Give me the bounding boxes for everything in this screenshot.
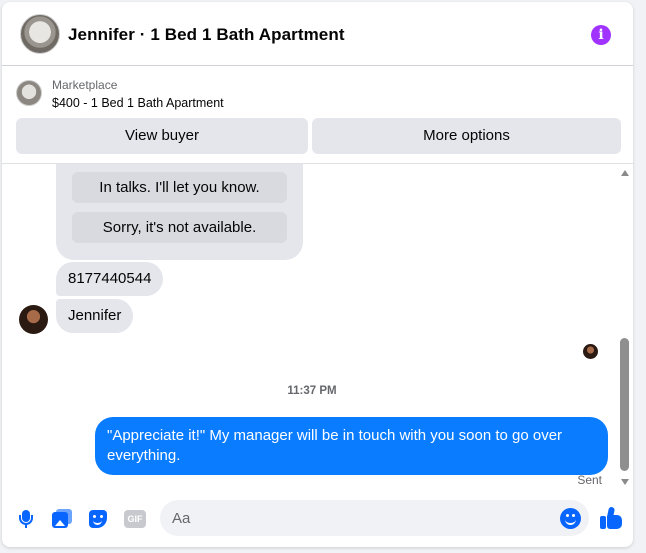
incoming-message-phone: 8177440544 xyxy=(56,262,164,296)
more-options-button[interactable]: More options xyxy=(312,118,621,154)
view-buyer-button[interactable]: View buyer xyxy=(16,118,308,154)
message-timestamp: 11:37 PM xyxy=(287,385,337,397)
message-thread: In talks. I'll let you know. Sorry, it's… xyxy=(2,164,633,490)
scroll-down-arrow-icon[interactable] xyxy=(621,479,629,485)
scrollbar-thumb[interactable] xyxy=(620,338,629,471)
gif-icon[interactable]: GIF xyxy=(124,510,146,528)
thread-scrollbar[interactable] xyxy=(617,168,633,490)
listing-summary[interactable]: $400 - 1 Bed 1 Bath Apartment xyxy=(52,96,224,110)
chat-title[interactable]: Jennifer · 1 Bed 1 Bath Apartment xyxy=(68,25,345,45)
outgoing-message: "Appreciate it!" My manager will be in t… xyxy=(95,417,608,475)
quick-replies-card: In talks. I'll let you know. Sorry, it's… xyxy=(56,164,303,260)
quick-reply-in-talks[interactable]: In talks. I'll let you know. xyxy=(72,172,287,203)
marketplace-listing: Marketplace $400 - 1 Bed 1 Bath Apartmen… xyxy=(2,66,633,164)
chat-window: Jennifer · 1 Bed 1 Bath Apartment i Mark… xyxy=(2,2,633,547)
thumbs-up-icon[interactable] xyxy=(599,506,623,530)
listing-thumbnail[interactable] xyxy=(16,80,42,106)
quick-reply-not-available[interactable]: Sorry, it's not available. xyxy=(72,212,287,243)
sender-avatar[interactable] xyxy=(19,305,48,334)
sticker-icon[interactable] xyxy=(88,509,108,529)
emoji-icon[interactable] xyxy=(560,508,581,529)
message-status: Sent xyxy=(577,473,602,487)
incoming-message-name: Jennifer xyxy=(56,299,134,333)
message-composer: GIF xyxy=(2,492,633,547)
listing-avatar[interactable] xyxy=(20,14,60,54)
seen-receipt-avatar xyxy=(583,344,598,359)
photo-icon[interactable] xyxy=(52,509,72,529)
scroll-up-arrow-icon[interactable] xyxy=(621,170,629,176)
chat-header: Jennifer · 1 Bed 1 Bath Apartment i xyxy=(2,2,633,66)
listing-category: Marketplace xyxy=(52,78,118,92)
microphone-icon[interactable] xyxy=(16,509,36,529)
info-icon[interactable]: i xyxy=(591,25,611,45)
message-input[interactable] xyxy=(160,500,589,536)
